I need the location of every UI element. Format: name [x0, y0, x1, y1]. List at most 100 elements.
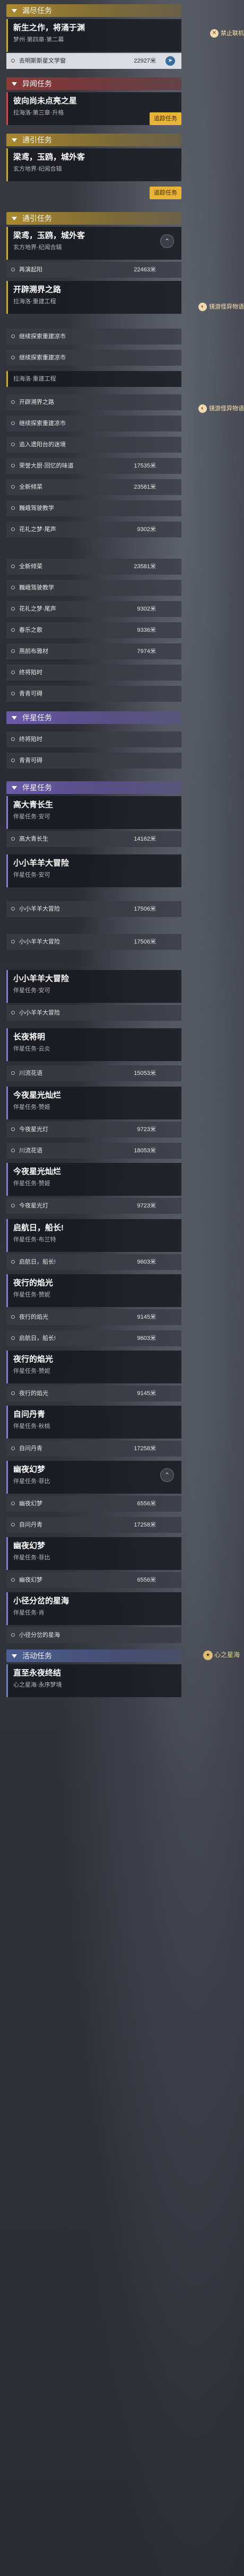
sub-objective[interactable]: 花礼之梦·尾声 9302米: [6, 522, 181, 537]
sub-objective[interactable]: 追入遗阳台的迷境: [6, 437, 181, 453]
sub-objective[interactable]: 自问丹青 17258米: [6, 1441, 181, 1457]
sub-objective[interactable]: 终将陷时: [6, 665, 181, 681]
quest-tracker-panel: 漏尽任务 新生之作，将涌于渊 梦州·第四章·第二幕 ✕ 禁止联机 去明斯斯星文学窗…: [6, 0, 244, 2576]
sub-objective[interactable]: 小小羊羊大冒险 17506米: [6, 901, 181, 917]
section-header-daily[interactable]: 漏尽任务: [6, 4, 181, 17]
sub-objective[interactable]: 启航日，船长! 9603米: [6, 1254, 181, 1270]
objective-dot-icon: [11, 421, 15, 425]
section-header-companion[interactable]: 伴星任务: [6, 781, 181, 794]
quest-item[interactable]: 夜行的焰光 伴星任务·赞妮: [6, 1351, 181, 1383]
sub-objective[interactable]: 花礼之梦·尾声 9302米: [6, 601, 181, 617]
objective-dot-icon: [11, 1633, 15, 1637]
quest-title: 小小羊羊大冒险: [13, 859, 69, 868]
quest-item[interactable]: 自问丹青 伴星任务·秋桃: [6, 1406, 181, 1439]
section-header-main[interactable]: 通引任务: [6, 134, 181, 146]
objective-label: 再演起阳: [19, 267, 42, 273]
sub-objective[interactable]: 继续探索重建凉市: [6, 350, 181, 366]
sub-objective[interactable]: 幽夜幻梦 6556米: [6, 1496, 181, 1512]
sub-objective[interactable]: 继续探索重建凉市 ◐ 镜游怪异物语: [6, 404, 244, 431]
objective-dot-icon: [11, 1446, 15, 1450]
collapse-arrow-icon: [12, 786, 17, 790]
star-icon: ✦: [203, 1650, 213, 1660]
quest-title: 开辟溯界之路: [13, 285, 62, 294]
sub-objective[interactable]: 自问丹青 17258米: [6, 1517, 181, 1533]
quest-item[interactable]: 拉海洛·重建工程: [6, 371, 181, 387]
sub-objective[interactable]: 启航日，船长! 9603米: [6, 1330, 181, 1346]
sub-objective[interactable]: 继续探索重建凉市: [6, 329, 181, 345]
sub-objective[interactable]: 巍峨驾驶教学: [6, 500, 181, 516]
sub-objective[interactable]: 终将陷时: [6, 731, 181, 747]
objective-label: 开辟溯界之路: [19, 399, 54, 405]
quest-item[interactable]: 高大青长生 伴星任务·安可: [6, 796, 181, 829]
objective-distance: 14162米: [134, 836, 156, 842]
objective-label: 高大青长生: [19, 836, 48, 842]
objective-dot-icon: [11, 607, 15, 611]
sub-objective[interactable]: 高大青长生 14162米: [6, 831, 181, 847]
objective-label: 自问丹青: [19, 1445, 42, 1452]
collapse-icon[interactable]: ⌃: [160, 1468, 174, 1482]
quest-item[interactable]: 幽夜幻梦 伴星任务·菲比: [6, 1537, 181, 1570]
quest-item[interactable]: 幽夜幻梦 伴星任务·菲比 ⌃: [6, 1461, 181, 1494]
sub-objective[interactable]: 小小羊羊大冒险 17506米: [6, 934, 181, 950]
quest-item[interactable]: 长夜将明 伴星任务·云炎: [6, 1028, 181, 1061]
sub-objective[interactable]: 巍峨驾驶教学: [6, 580, 181, 596]
objective-dot-icon: [11, 1204, 15, 1207]
sub-objective[interactable]: 川流花语 18053米: [6, 1143, 181, 1159]
sub-objective[interactable]: 全新倾菜 23581米: [6, 559, 181, 575]
objective-label: 夜行的焰光: [19, 1390, 48, 1397]
quest-location: 伴星任务·布兰特: [13, 1237, 56, 1243]
sub-objective[interactable]: 夜行的焰光 9145米: [6, 1386, 181, 1401]
sub-objective[interactable]: 燕前布雅材 7974米: [6, 643, 181, 659]
section-title: 伴星任务: [22, 713, 52, 722]
sub-objective[interactable]: 小径分岔的星海: [6, 1627, 181, 1643]
sub-objective[interactable]: 开辟溯界之路: [6, 394, 181, 410]
sub-objective[interactable]: 全新倾菜 23581米: [6, 479, 181, 495]
quest-item[interactable]: 小小羊羊大冒险 伴星任务·安可: [6, 970, 181, 1003]
objective-label: 启航日，船长!: [19, 1259, 56, 1265]
collapse-icon[interactable]: ⌃: [160, 234, 174, 248]
quest-location: 伴星任务·安可: [13, 987, 50, 994]
objective-dot-icon: [11, 464, 15, 467]
sub-objective[interactable]: 夜行的焰光 9145米: [6, 1309, 181, 1325]
sub-objective[interactable]: 青青可碍: [6, 753, 181, 769]
sub-objective[interactable]: 今夜星光灯 9723米: [6, 1122, 181, 1137]
quest-item[interactable]: 开辟溯界之路 拉海洛·重建工程 ◐ 镜游怪异物语: [6, 281, 244, 314]
sub-objective[interactable]: 再演起阳 22463米: [6, 262, 181, 278]
quest-title: 新生之作，将涌于渊: [13, 23, 85, 32]
nav-logo-badge: ◐ 镜游怪异物语: [198, 302, 244, 312]
section-header-main[interactable]: 通引任务: [6, 212, 181, 225]
objective-label: 今夜星光灯: [19, 1126, 48, 1133]
quest-item[interactable]: 直至永夜终结 心之星海·永序梦境: [6, 1664, 181, 1697]
sub-objective[interactable]: 去明斯斯星文学窗 22927米 ➤: [6, 53, 181, 69]
objective-label: 青青可碍: [19, 757, 42, 764]
objective-dot-icon: [11, 1127, 15, 1131]
objective-label: 青青可碍: [19, 691, 42, 697]
sub-objective[interactable]: 幽夜幻梦 6556米: [6, 1572, 181, 1588]
quest-item[interactable]: 梁鸢，玉鸥，城外客 玄方地界·纪闻合辑 ⌃: [6, 227, 181, 260]
navigate-icon[interactable]: ➤: [165, 56, 175, 66]
section-header-activity[interactable]: 活动任务: [6, 1649, 181, 1662]
sub-objective[interactable]: 小小羊羊大冒险: [6, 1005, 181, 1021]
quest-item[interactable]: 今夜星光灿烂 伴星任务·赞姬: [6, 1163, 181, 1196]
objective-dot-icon: [11, 586, 15, 589]
sub-objective[interactable]: 川流花语 15053米: [6, 1065, 181, 1081]
objective-dot-icon: [11, 485, 15, 489]
quest-item[interactable]: 今夜星光灿烂 伴星任务·赞姬: [6, 1087, 181, 1119]
sub-objective[interactable]: 青青可碍: [6, 686, 181, 702]
sub-objective[interactable]: 春乐之歌 9336米: [6, 622, 181, 638]
quest-item[interactable]: 新生之作，将涌于渊 梦州·第四章·第二幕 ✕ 禁止联机: [6, 19, 244, 52]
objective-distance: 6556米: [137, 1577, 156, 1583]
quest-item[interactable]: 小小羊羊大冒险 伴星任务·安可: [6, 854, 181, 887]
section-header-other[interactable]: 异闻任务: [6, 77, 181, 90]
sub-objective[interactable]: 荣誉大厨·回忆的味道 17535米: [6, 458, 181, 474]
objective-dot-icon: [11, 758, 15, 762]
quest-item[interactable]: 夜行的焰光 伴星任务·赞妮: [6, 1274, 181, 1307]
objective-dot-icon: [11, 334, 15, 338]
quest-item[interactable]: 小径分岔的星海 伴星任务·肖: [6, 1592, 181, 1625]
objective-dot-icon: [11, 1011, 15, 1014]
quest-title: 幽夜幻梦: [13, 1541, 46, 1550]
quest-item[interactable]: 梁鸢，玉鸥，城外客 玄方地界·纪闻合辑: [6, 148, 181, 181]
quest-item[interactable]: 启航日，船长! 伴星任务·布兰特: [6, 1219, 181, 1252]
section-header-companion[interactable]: 伴星任务: [6, 711, 181, 724]
sub-objective[interactable]: 今夜星光灯 9723米: [6, 1198, 181, 1214]
